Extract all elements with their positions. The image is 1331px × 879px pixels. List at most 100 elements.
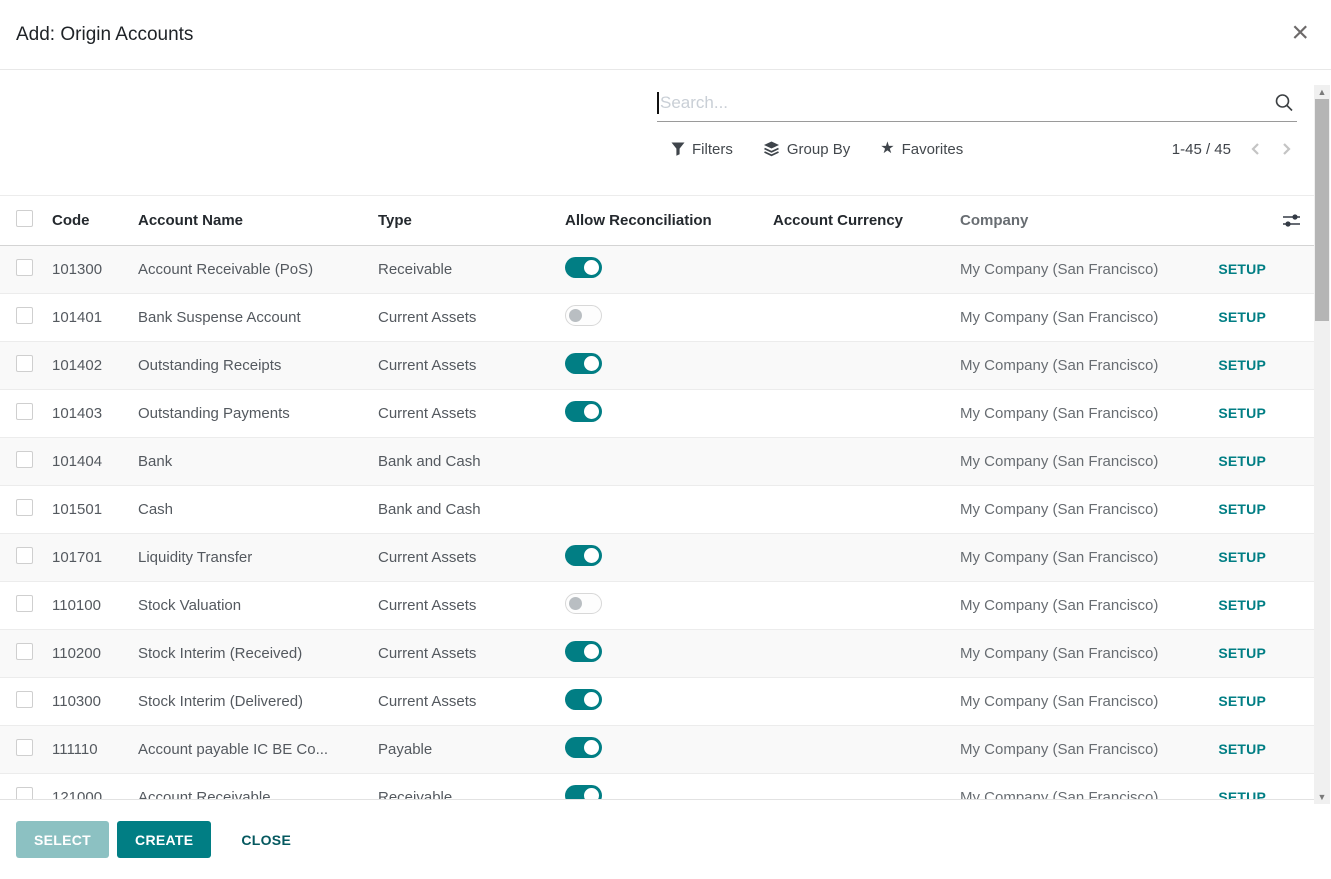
reconciliation-toggle[interactable] [565, 785, 602, 800]
table-body: 101300 Account Receivable (PoS) Receivab… [0, 246, 1314, 800]
table-row[interactable]: 101402 Outstanding Receipts Current Asse… [0, 342, 1314, 390]
row-checkbox[interactable] [16, 355, 33, 372]
row-checkbox[interactable] [16, 499, 33, 516]
cell-account-name: Account Receivable (PoS) [138, 261, 378, 278]
select-button[interactable]: SELECT [16, 821, 109, 858]
cell-company: My Company (San Francisco) [960, 405, 1208, 422]
cell-type: Current Assets [378, 693, 565, 710]
row-checkbox[interactable] [16, 403, 33, 420]
column-header-reconciliation[interactable]: Allow Reconciliation [565, 212, 773, 229]
table-row[interactable]: 101701 Liquidity Transfer Current Assets… [0, 534, 1314, 582]
optional-columns-icon[interactable] [1272, 213, 1314, 228]
row-checkbox[interactable] [16, 451, 33, 468]
table-row[interactable]: 110300 Stock Interim (Delivered) Current… [0, 678, 1314, 726]
reconciliation-toggle[interactable] [565, 641, 602, 662]
table-row[interactable]: 101401 Bank Suspense Account Current Ass… [0, 294, 1314, 342]
dialog-title: Add: Origin Accounts [16, 24, 193, 46]
row-checkbox[interactable] [16, 787, 33, 800]
setup-button[interactable]: SETUP [1218, 789, 1266, 800]
setup-button[interactable]: SETUP [1218, 309, 1266, 325]
cell-account-name: Bank [138, 453, 378, 470]
setup-button[interactable]: SETUP [1218, 597, 1266, 613]
cell-account-name: Liquidity Transfer [138, 549, 378, 566]
table-row[interactable]: 110100 Stock Valuation Current Assets My… [0, 582, 1314, 630]
cell-account-name: Stock Valuation [138, 597, 378, 614]
table-row[interactable]: 101403 Outstanding Payments Current Asse… [0, 390, 1314, 438]
reconciliation-toggle[interactable] [565, 305, 602, 326]
create-button[interactable]: CREATE [117, 821, 211, 858]
row-checkbox[interactable] [16, 595, 33, 612]
cell-company: My Company (San Francisco) [960, 789, 1208, 800]
cell-code: 111110 [52, 741, 138, 758]
row-checkbox[interactable] [16, 643, 33, 660]
cell-account-name: Stock Interim (Received) [138, 645, 378, 662]
table-row[interactable]: 101404 Bank Bank and Cash My Company (Sa… [0, 438, 1314, 486]
reconciliation-toggle[interactable] [565, 353, 602, 374]
select-all-checkbox[interactable] [16, 210, 33, 227]
column-header-currency[interactable]: Account Currency [773, 212, 960, 229]
close-button[interactable]: CLOSE [227, 821, 305, 858]
vertical-scrollbar[interactable]: ▲ ▼ [1314, 85, 1330, 804]
group-by-label: Group By [787, 141, 850, 158]
cell-account-name: Stock Interim (Delivered) [138, 693, 378, 710]
cell-code: 101701 [52, 549, 138, 566]
table-row[interactable]: 110200 Stock Interim (Received) Current … [0, 630, 1314, 678]
setup-button[interactable]: SETUP [1218, 549, 1266, 565]
setup-button[interactable]: SETUP [1218, 261, 1266, 277]
reconciliation-toggle[interactable] [565, 689, 602, 710]
setup-button[interactable]: SETUP [1218, 693, 1266, 709]
group-by-button[interactable]: Group By [763, 141, 850, 158]
filters-button[interactable]: Filters [671, 141, 733, 158]
table-row[interactable]: 111110 Account payable IC BE Co... Payab… [0, 726, 1314, 774]
setup-button[interactable]: SETUP [1218, 405, 1266, 421]
scroll-down-icon[interactable]: ▼ [1314, 790, 1330, 804]
row-checkbox[interactable] [16, 547, 33, 564]
scroll-up-icon[interactable]: ▲ [1314, 85, 1330, 99]
setup-button[interactable]: SETUP [1218, 645, 1266, 661]
scrollbar-thumb[interactable] [1315, 99, 1329, 321]
layers-icon [763, 141, 780, 157]
cell-company: My Company (San Francisco) [960, 309, 1208, 326]
column-header-type[interactable]: Type [378, 212, 565, 229]
search-box [657, 84, 1297, 122]
cell-code: 101300 [52, 261, 138, 278]
reconciliation-toggle[interactable] [565, 593, 602, 614]
reconciliation-toggle[interactable] [565, 737, 602, 758]
cell-type: Bank and Cash [378, 453, 565, 470]
table-row[interactable]: 101300 Account Receivable (PoS) Receivab… [0, 246, 1314, 294]
filters-label: Filters [692, 141, 733, 158]
search-input[interactable] [659, 93, 1273, 113]
cell-code: 101401 [52, 309, 138, 326]
table-header-row: Code Account Name Type Allow Reconciliat… [0, 196, 1314, 246]
favorites-button[interactable]: ★ Favorites [880, 141, 963, 158]
cell-company: My Company (San Francisco) [960, 549, 1208, 566]
cell-type: Bank and Cash [378, 501, 565, 518]
setup-button[interactable]: SETUP [1218, 741, 1266, 757]
cell-code: 101501 [52, 501, 138, 518]
column-header-company[interactable]: Company [960, 212, 1208, 229]
cell-type: Current Assets [378, 309, 565, 326]
cell-company: My Company (San Francisco) [960, 357, 1208, 374]
setup-button[interactable]: SETUP [1218, 501, 1266, 517]
close-icon[interactable]: × [1283, 18, 1317, 48]
setup-button[interactable]: SETUP [1218, 357, 1266, 373]
search-icon[interactable] [1273, 92, 1295, 114]
next-page-icon[interactable] [1279, 142, 1293, 156]
table-row[interactable]: 121000 Account Receivable Receivable My … [0, 774, 1314, 800]
setup-button[interactable]: SETUP [1218, 453, 1266, 469]
row-checkbox[interactable] [16, 307, 33, 324]
reconciliation-toggle[interactable] [565, 401, 602, 422]
column-header-code[interactable]: Code [52, 212, 138, 229]
pager-range: 1-45 / 45 [1172, 141, 1231, 158]
cell-account-name: Account Receivable [138, 789, 378, 800]
accounts-table: Code Account Name Type Allow Reconciliat… [0, 195, 1314, 800]
cell-code: 101403 [52, 405, 138, 422]
row-checkbox[interactable] [16, 739, 33, 756]
row-checkbox[interactable] [16, 691, 33, 708]
reconciliation-toggle[interactable] [565, 545, 602, 566]
row-checkbox[interactable] [16, 259, 33, 276]
reconciliation-toggle[interactable] [565, 257, 602, 278]
column-header-account-name[interactable]: Account Name [138, 212, 378, 229]
table-row[interactable]: 101501 Cash Bank and Cash My Company (Sa… [0, 486, 1314, 534]
prev-page-icon[interactable] [1249, 142, 1263, 156]
